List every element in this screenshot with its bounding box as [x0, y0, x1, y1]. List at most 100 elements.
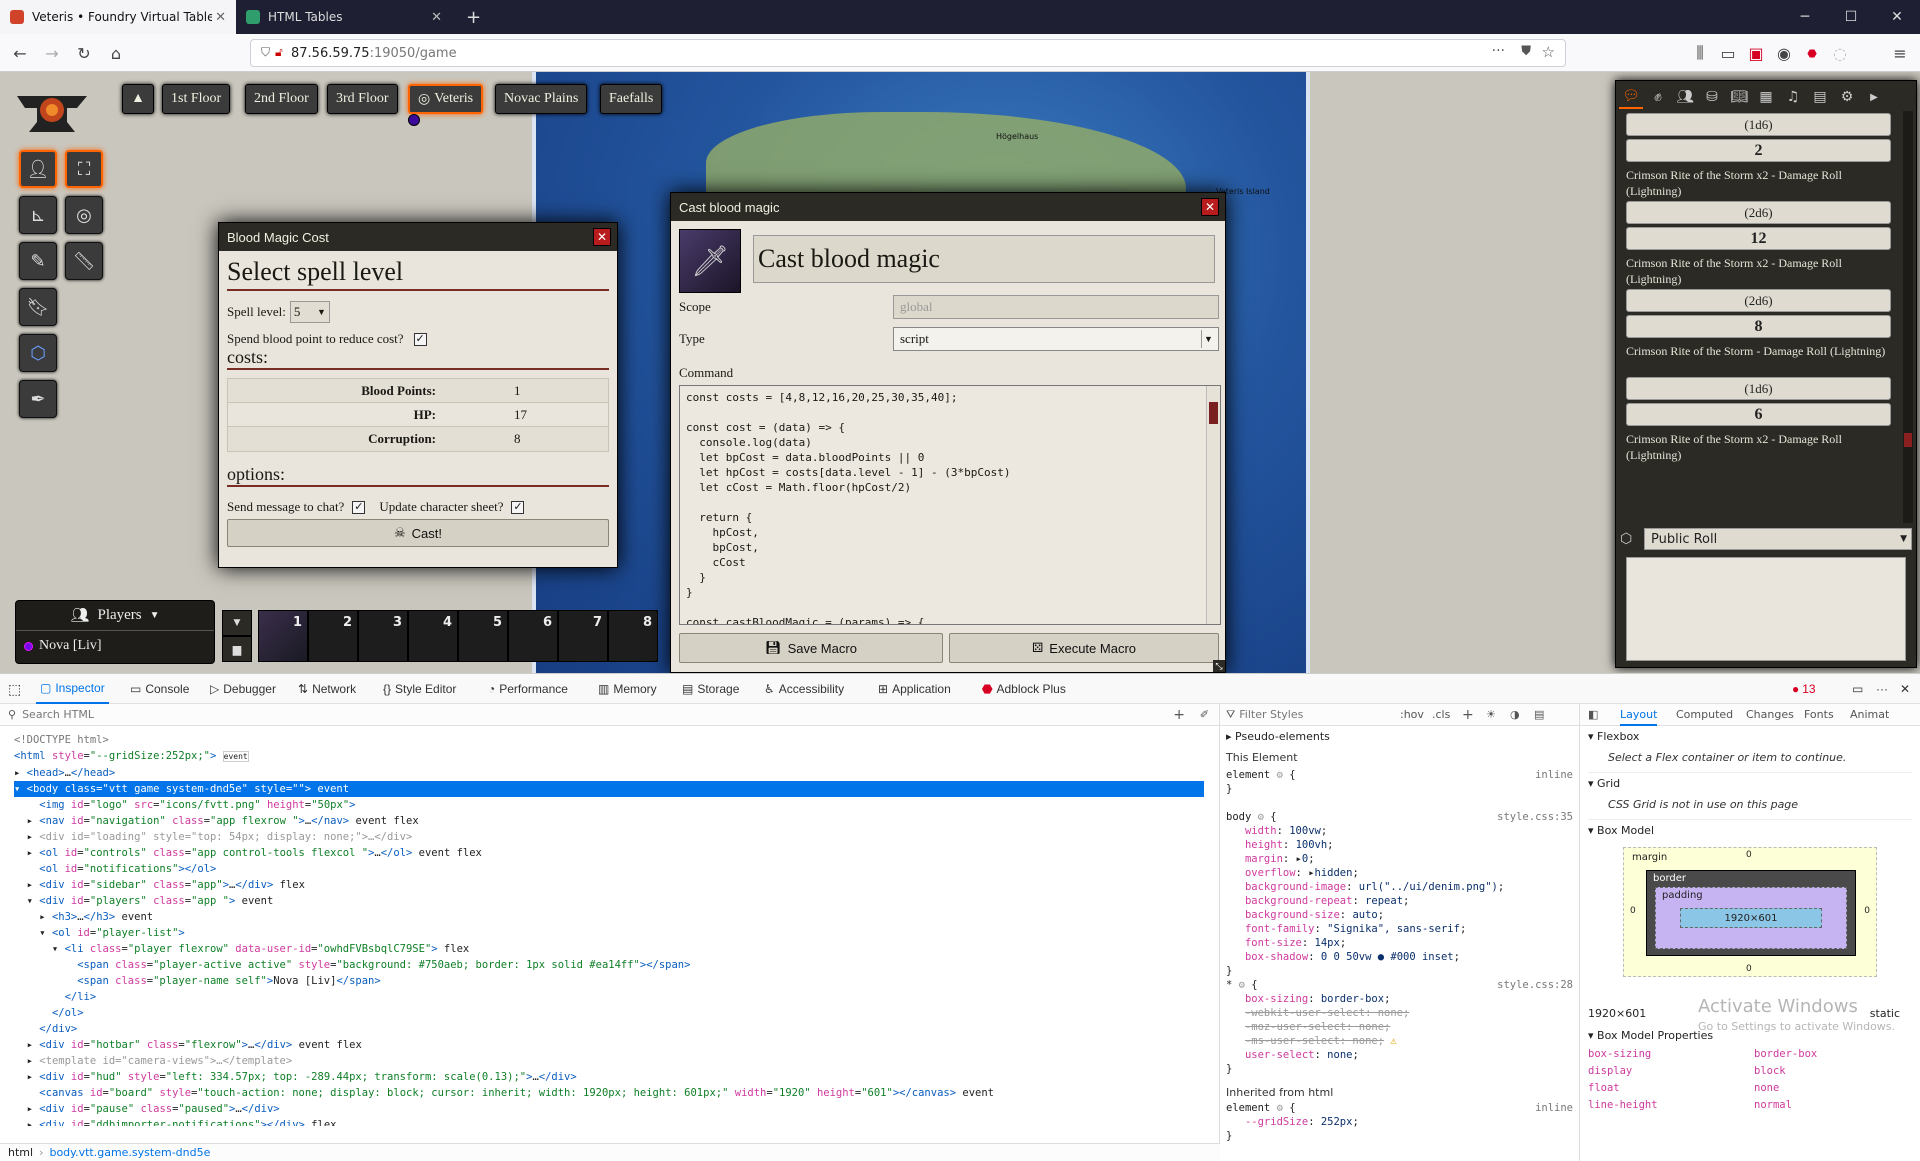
tab-fonts[interactable]: Fonts	[1804, 708, 1834, 721]
back-arrow-icon[interactable]: ←	[8, 41, 32, 65]
d20-dice-icon[interactable]: ⬡	[19, 334, 57, 372]
scene-1st-floor[interactable]: 1st Floor	[162, 84, 231, 114]
tables-tab-icon[interactable]: ▦	[1754, 85, 1778, 109]
devtools-tab-debugger[interactable]: ▷ Debugger	[210, 674, 276, 704]
tab-computed[interactable]: Computed	[1676, 708, 1733, 721]
players-header[interactable]: 👥︎ Players ▼	[16, 601, 214, 631]
box-model-section[interactable]: ▾ Box Model	[1588, 819, 1912, 837]
shield-icon[interactable]: ⛉	[261, 45, 270, 60]
close-icon[interactable]: ✕	[1201, 198, 1219, 216]
pseudo-elements-toggle[interactable]: ▸ Pseudo-elements	[1226, 730, 1573, 743]
tab-animations[interactable]: Animat	[1850, 708, 1889, 721]
chat-scrollbar[interactable]	[1903, 111, 1913, 523]
macro-image-dagger-icon[interactable]: 🗡︎	[679, 229, 741, 293]
element-picker-icon[interactable]: ⬚	[8, 674, 21, 704]
devtools-tab-memory[interactable]: ▥ Memory	[598, 674, 657, 704]
home-icon[interactable]: ⌂	[104, 41, 128, 65]
macro-name-input[interactable]: Cast blood magic	[753, 235, 1215, 283]
cast-button[interactable]: ☠ Cast!	[227, 519, 609, 547]
settings-gear-icon[interactable]: ⚙	[1835, 85, 1859, 109]
player-item[interactable]: Nova [Liv]	[16, 631, 214, 661]
more-options-icon[interactable]: ···	[1876, 674, 1888, 704]
box-model-padding[interactable]: padding 1920×601	[1655, 887, 1847, 949]
pocket-icon[interactable]: ⛊	[1521, 44, 1531, 59]
macro-folder-icon[interactable]: ▆	[222, 636, 252, 662]
hotbar-slot[interactable]: 6	[508, 610, 558, 662]
resize-handle-icon[interactable]: ⤡	[1213, 660, 1225, 672]
close-devtools-icon[interactable]: ✕	[1900, 674, 1910, 704]
scrollbar-thumb[interactable]	[1904, 433, 1912, 447]
maximize-icon[interactable]: ☐	[1828, 0, 1874, 34]
save-macro-button[interactable]: 💾︎ Save Macro	[679, 633, 943, 663]
box-model-margin[interactable]: margin 0 0 0 0 border padding 1920×601	[1623, 847, 1877, 977]
close-icon[interactable]: ✕	[593, 228, 611, 246]
box-model-border[interactable]: border padding 1920×601	[1646, 870, 1856, 956]
url-bar[interactable]: ⛉ 🔓︎ 87.56.59.75:19050/game ··· ⛊ ☆	[250, 39, 1566, 67]
items-tab-icon[interactable]: ⛁	[1700, 85, 1724, 109]
token-controls-icon[interactable]: 👤︎	[19, 150, 57, 188]
page-actions-icon[interactable]: ···	[1492, 43, 1505, 59]
spell-level-select[interactable]: 5 ▼	[289, 301, 330, 323]
account-icon[interactable]: ◉	[1772, 41, 1796, 65]
dark-theme-icon[interactable]: ◑	[1510, 708, 1520, 721]
devtools-tab-storage[interactable]: ▤ Storage	[682, 674, 739, 704]
html-tree[interactable]: <!DOCTYPE html> <html style="--gridSize:…	[14, 732, 1204, 1126]
execute-macro-button[interactable]: ⚄ Execute Macro	[949, 633, 1219, 663]
insecure-lock-icon[interactable]: 🔓︎	[275, 45, 283, 60]
combat-tab-icon[interactable]: ✊︎	[1646, 85, 1670, 109]
dock-icon[interactable]: ▭	[1852, 674, 1863, 704]
scene-faefalls[interactable]: Faefalls	[600, 84, 663, 114]
css-rules[interactable]: element ⚙ {inline} body ⚙ {style.css:35 w…	[1226, 768, 1573, 1076]
scope-select[interactable]: global	[893, 295, 1219, 319]
box-model-content[interactable]: 1920×601	[1680, 908, 1822, 928]
chat-log[interactable]: (1d6) 2 Crimson Rite of the Storm x2 - D…	[1616, 111, 1916, 523]
devtools-tab-performance[interactable]: ◔ Performance	[488, 674, 568, 704]
tab-changes[interactable]: Changes	[1746, 708, 1794, 721]
fullscreen-select-icon[interactable]: ⛶	[65, 150, 103, 188]
hotbar-slot[interactable]: 4	[408, 610, 458, 662]
sidebar-toggle-icon[interactable]: ▭	[1716, 41, 1740, 65]
add-rule-icon[interactable]: +	[1462, 707, 1474, 723]
playlists-tab-icon[interactable]: ♫	[1781, 85, 1805, 109]
grid-section[interactable]: ▾ Grid	[1588, 772, 1912, 790]
library-icon[interactable]: ⫼	[1688, 41, 1712, 65]
close-tab-icon[interactable]: ✕	[431, 10, 442, 25]
tab-foundry[interactable]: Veteris • Foundry Virtual Tablet... ✕	[0, 0, 236, 34]
devtools-tab-adblock[interactable]: ⬣ Adblock Plus	[982, 674, 1066, 704]
dialog-title[interactable]: Cast blood magic	[671, 193, 1225, 221]
flexbox-section[interactable]: ▾ Flexbox	[1588, 730, 1912, 743]
scene-veteris[interactable]: ◎ Veteris	[408, 84, 484, 114]
cls-toggle[interactable]: .cls	[1432, 708, 1450, 721]
journal-bookmark-icon[interactable]: 🔖︎	[19, 288, 57, 326]
hov-toggle[interactable]: :hov	[1400, 708, 1424, 721]
new-tab-button[interactable]: +	[456, 0, 486, 34]
hotbar-slot[interactable]: 3	[358, 610, 408, 662]
add-node-icon[interactable]: +	[1173, 707, 1185, 723]
update-sheet-checkbox[interactable]: ✓	[511, 500, 525, 514]
print-icon[interactable]: ▤	[1534, 708, 1544, 721]
compendium-tab-icon[interactable]: ▤	[1808, 85, 1832, 109]
devtools-tab-application[interactable]: ⊞ Application	[878, 674, 951, 704]
devtools-tab-network[interactable]: ⇅ Network	[298, 674, 356, 704]
hotbar-slot[interactable]: 8	[608, 610, 658, 662]
inherited-rules[interactable]: element ⚙ {inline --gridSize: 252px;}	[1226, 1101, 1573, 1143]
journal-tab-icon[interactable]: 📖︎	[1727, 85, 1751, 109]
chat-message-input[interactable]	[1626, 557, 1906, 661]
forward-arrow-icon[interactable]: →	[40, 41, 64, 65]
notes-pen-icon[interactable]: ✒	[19, 380, 57, 418]
template-target-icon[interactable]: ◎	[65, 196, 103, 234]
hotbar-slot[interactable]: 2	[308, 610, 358, 662]
measure-ruler-icon[interactable]: ⊾	[19, 196, 57, 234]
hotbar-page-icon[interactable]: ▼	[222, 610, 252, 636]
hotbar-slot[interactable]: 5	[458, 610, 508, 662]
light-theme-icon[interactable]: ☀	[1486, 708, 1496, 721]
devtools-tab-console[interactable]: ▭ Console	[130, 674, 189, 704]
close-tab-icon[interactable]: ✕	[215, 10, 226, 25]
scene-novac-plains[interactable]: Novac Plains	[495, 84, 588, 114]
close-window-icon[interactable]: ✕	[1874, 0, 1920, 34]
drawing-pencil-icon[interactable]: ✎	[19, 242, 57, 280]
scrollbar[interactable]	[1206, 386, 1220, 624]
foundry-game-canvas[interactable]: Högelhaus Veteris Island ▲ 1st Floor 2nd…	[0, 72, 1920, 673]
devtools-tab-accessibility[interactable]: ♿︎ Accessibility	[764, 674, 844, 704]
nav-collapse-button[interactable]: ▲	[122, 84, 154, 114]
